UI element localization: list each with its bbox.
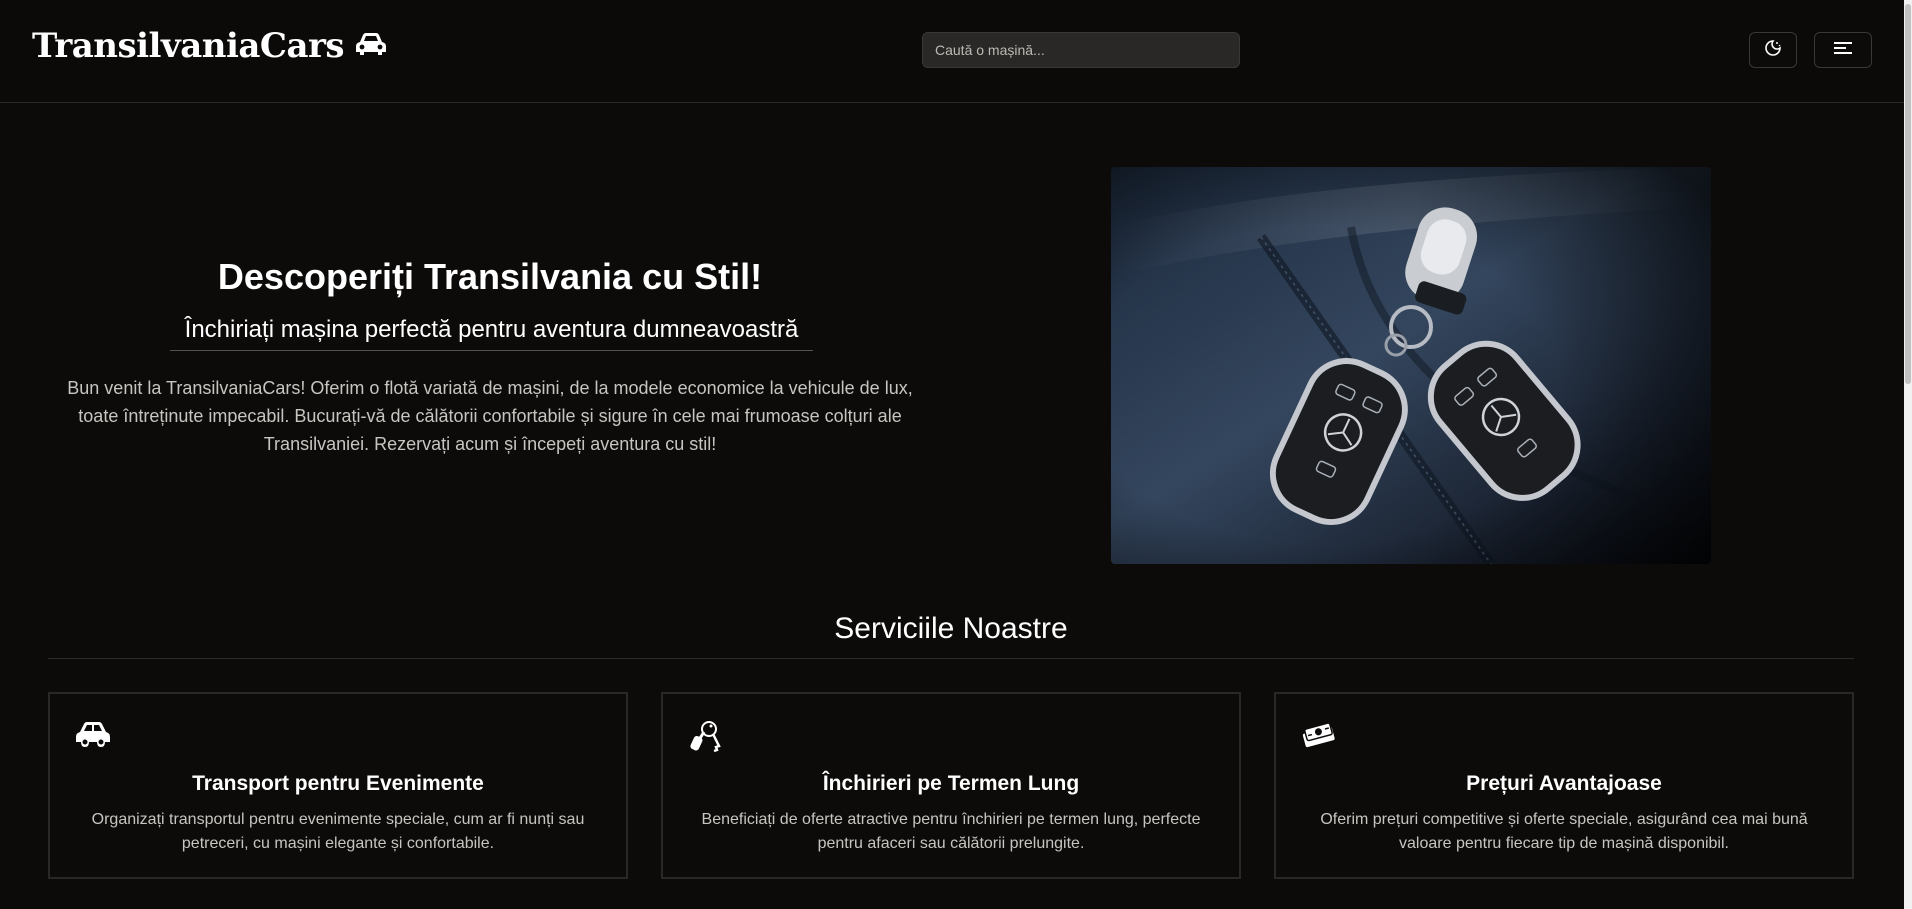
theme-toggle-button[interactable] xyxy=(1749,32,1797,68)
logo-text: TransilvaniaCars xyxy=(32,26,345,66)
site-logo[interactable]: TransilvaniaCars xyxy=(32,26,388,66)
service-description: Oferim prețuri competitive și oferte spe… xyxy=(1320,811,1808,852)
moon-sun-icon xyxy=(1764,39,1782,62)
service-description: Organizați transportul pentru evenimente… xyxy=(91,811,585,852)
service-title: Prețuri Avantajoase xyxy=(1466,772,1662,795)
keys-icon xyxy=(687,720,723,759)
menu-button[interactable] xyxy=(1814,32,1872,68)
hero-description: Bun venit la TransilvaniaCars! Oferim o … xyxy=(67,378,913,454)
service-title: Transport pentru Evenimente xyxy=(192,772,484,795)
page-scrollbar[interactable] xyxy=(1904,0,1912,909)
hero-title: Descoperiți Transilvania cu Stil! xyxy=(217,256,763,297)
service-card-events: Transport pentru Evenimente Organizați t… xyxy=(48,692,628,879)
hero-image xyxy=(1111,167,1711,564)
service-card-long-term: Închirieri pe Termen Lung Beneficiați de… xyxy=(661,692,1241,879)
scrollbar-thumb[interactable] xyxy=(1905,4,1911,384)
hamburger-icon xyxy=(1833,40,1853,61)
money-icon xyxy=(1300,720,1336,753)
service-description: Beneficiați de oferte atractive pentru î… xyxy=(701,811,1201,852)
hero-subtitle: Închiriați mașina perfectă pentru aventu… xyxy=(170,316,813,351)
search-input[interactable] xyxy=(922,32,1240,68)
navbar: TransilvaniaCars xyxy=(0,0,1904,103)
car-icon xyxy=(74,720,112,753)
service-title: Închirieri pe Termen Lung xyxy=(822,772,1080,795)
service-card-prices: Prețuri Avantajoase Oferim prețuri compe… xyxy=(1274,692,1854,879)
car-icon xyxy=(354,26,388,66)
services-title: Serviciile Noastre xyxy=(48,612,1854,659)
